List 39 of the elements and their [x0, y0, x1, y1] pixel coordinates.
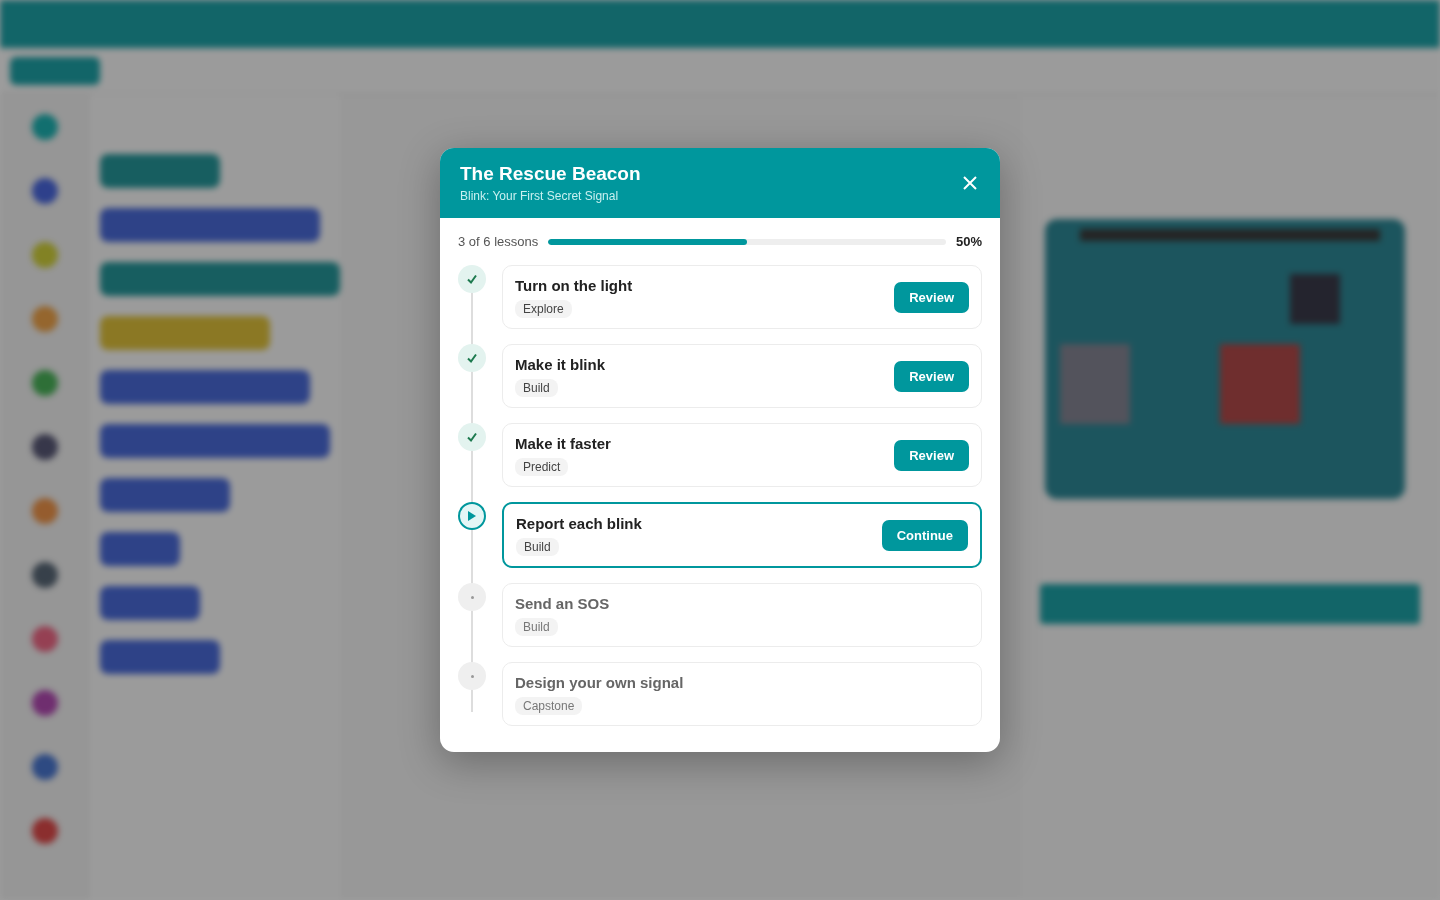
review-button[interactable]: Review	[894, 439, 969, 471]
lesson-tag: Build	[516, 537, 559, 556]
lesson-title: Report each blink	[516, 514, 642, 532]
lesson-title: Design your own signal	[515, 673, 684, 691]
progress-percent: 50%	[955, 234, 982, 249]
category-icon	[32, 114, 58, 140]
category-icon	[32, 690, 58, 716]
lesson-tag: Build	[515, 617, 558, 636]
category-icon	[32, 498, 58, 524]
play-icon	[467, 510, 477, 522]
category-icon	[32, 626, 58, 652]
check-icon	[466, 431, 478, 443]
review-button[interactable]: Review	[894, 360, 969, 392]
category-icon	[32, 562, 58, 588]
lesson-tag: Capstone	[515, 696, 583, 715]
continue-button[interactable]: Continue	[881, 519, 968, 551]
dot-icon	[470, 595, 474, 599]
close-icon	[963, 176, 977, 190]
category-icon	[32, 434, 58, 460]
category-icon	[32, 306, 58, 332]
category-icon	[32, 178, 58, 204]
dot-icon	[470, 674, 474, 678]
category-icon	[32, 370, 58, 396]
category-icon	[32, 818, 58, 844]
category-icon	[32, 754, 58, 780]
lesson-tag: Build	[515, 378, 558, 397]
check-icon	[466, 352, 478, 364]
check-icon	[466, 273, 478, 285]
review-button[interactable]: Review	[894, 281, 969, 313]
lesson-tag: Explore	[515, 299, 572, 318]
lesson-title: Make it blink	[515, 355, 606, 373]
lesson-tag: Predict	[515, 457, 569, 476]
progress-label: 3 of 6 lessons	[458, 234, 539, 249]
lesson-title: Make it faster	[515, 434, 611, 452]
lesson-title: Send an SOS	[515, 594, 610, 612]
dialog-title: The Rescue Beacon	[460, 163, 641, 185]
dialog-subtitle: Blink: Your First Secret Signal	[460, 189, 620, 203]
lesson-title: Turn on the light	[515, 276, 633, 294]
category-icon	[32, 242, 58, 268]
